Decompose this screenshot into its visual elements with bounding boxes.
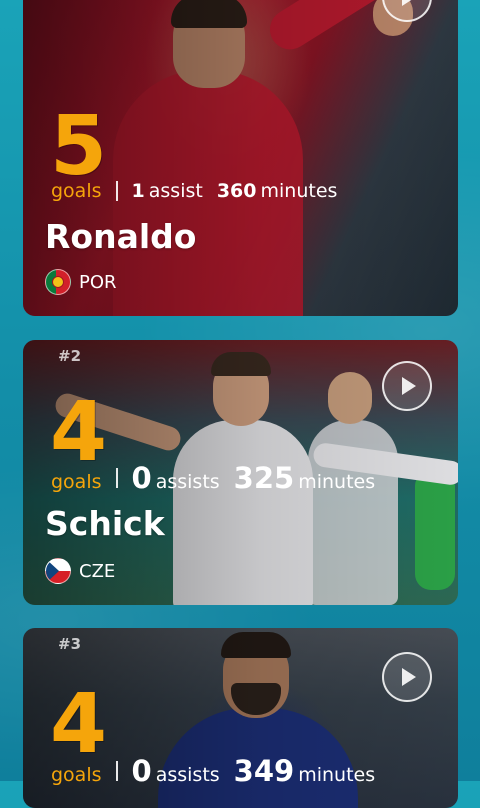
minutes-label: minutes bbox=[298, 471, 376, 493]
goals-label: goals bbox=[51, 764, 102, 786]
play-video-button[interactable] bbox=[382, 361, 432, 411]
play-icon bbox=[402, 668, 416, 686]
assists-label: assists bbox=[155, 764, 220, 786]
play-video-button[interactable] bbox=[382, 652, 432, 702]
stats-row: goals 1 assist 360 minutes bbox=[51, 180, 337, 202]
divider bbox=[115, 181, 118, 201]
assists-count: 0 bbox=[131, 461, 152, 495]
goals-label: goals bbox=[51, 180, 102, 202]
assists-label: assists bbox=[155, 471, 220, 493]
rank-badge: #3 bbox=[58, 635, 82, 653]
player-name: Ronaldo bbox=[45, 217, 197, 256]
goals-label: goals bbox=[51, 471, 102, 493]
stats-row: goals 0 assists 349 minutes bbox=[51, 754, 375, 788]
stats-row: goals 0 assists 325 minutes bbox=[51, 461, 375, 495]
divider bbox=[115, 761, 118, 781]
player-country: POR bbox=[45, 269, 117, 295]
minutes-label: minutes bbox=[298, 764, 376, 786]
minutes-count: 360 bbox=[216, 180, 257, 202]
player-card-3[interactable]: #3 4 goals 0 assists 349 minutes bbox=[23, 628, 458, 808]
play-icon bbox=[402, 377, 416, 395]
divider bbox=[115, 468, 118, 488]
czech-flag-icon bbox=[45, 558, 71, 584]
play-icon bbox=[402, 0, 416, 6]
goals-count: 5 bbox=[50, 99, 108, 194]
country-code: CZE bbox=[79, 560, 116, 582]
minutes-label: minutes bbox=[260, 180, 338, 202]
assists-count: 0 bbox=[131, 754, 152, 788]
rank-badge: #2 bbox=[58, 347, 82, 365]
portugal-flag-icon bbox=[45, 269, 71, 295]
player-country: CZE bbox=[45, 558, 115, 584]
assists-label: assist bbox=[148, 180, 203, 202]
assists-count: 1 bbox=[131, 180, 145, 202]
player-card-2[interactable]: #2 4 goals 0 assists 325 minutes Schick … bbox=[23, 340, 458, 605]
minutes-count: 349 bbox=[233, 754, 295, 788]
player-name: Schick bbox=[45, 504, 165, 543]
minutes-count: 325 bbox=[233, 461, 295, 495]
player-card-1[interactable]: 5 goals 1 assist 360 minutes Ronaldo POR bbox=[23, 0, 458, 316]
country-code: POR bbox=[79, 271, 117, 293]
